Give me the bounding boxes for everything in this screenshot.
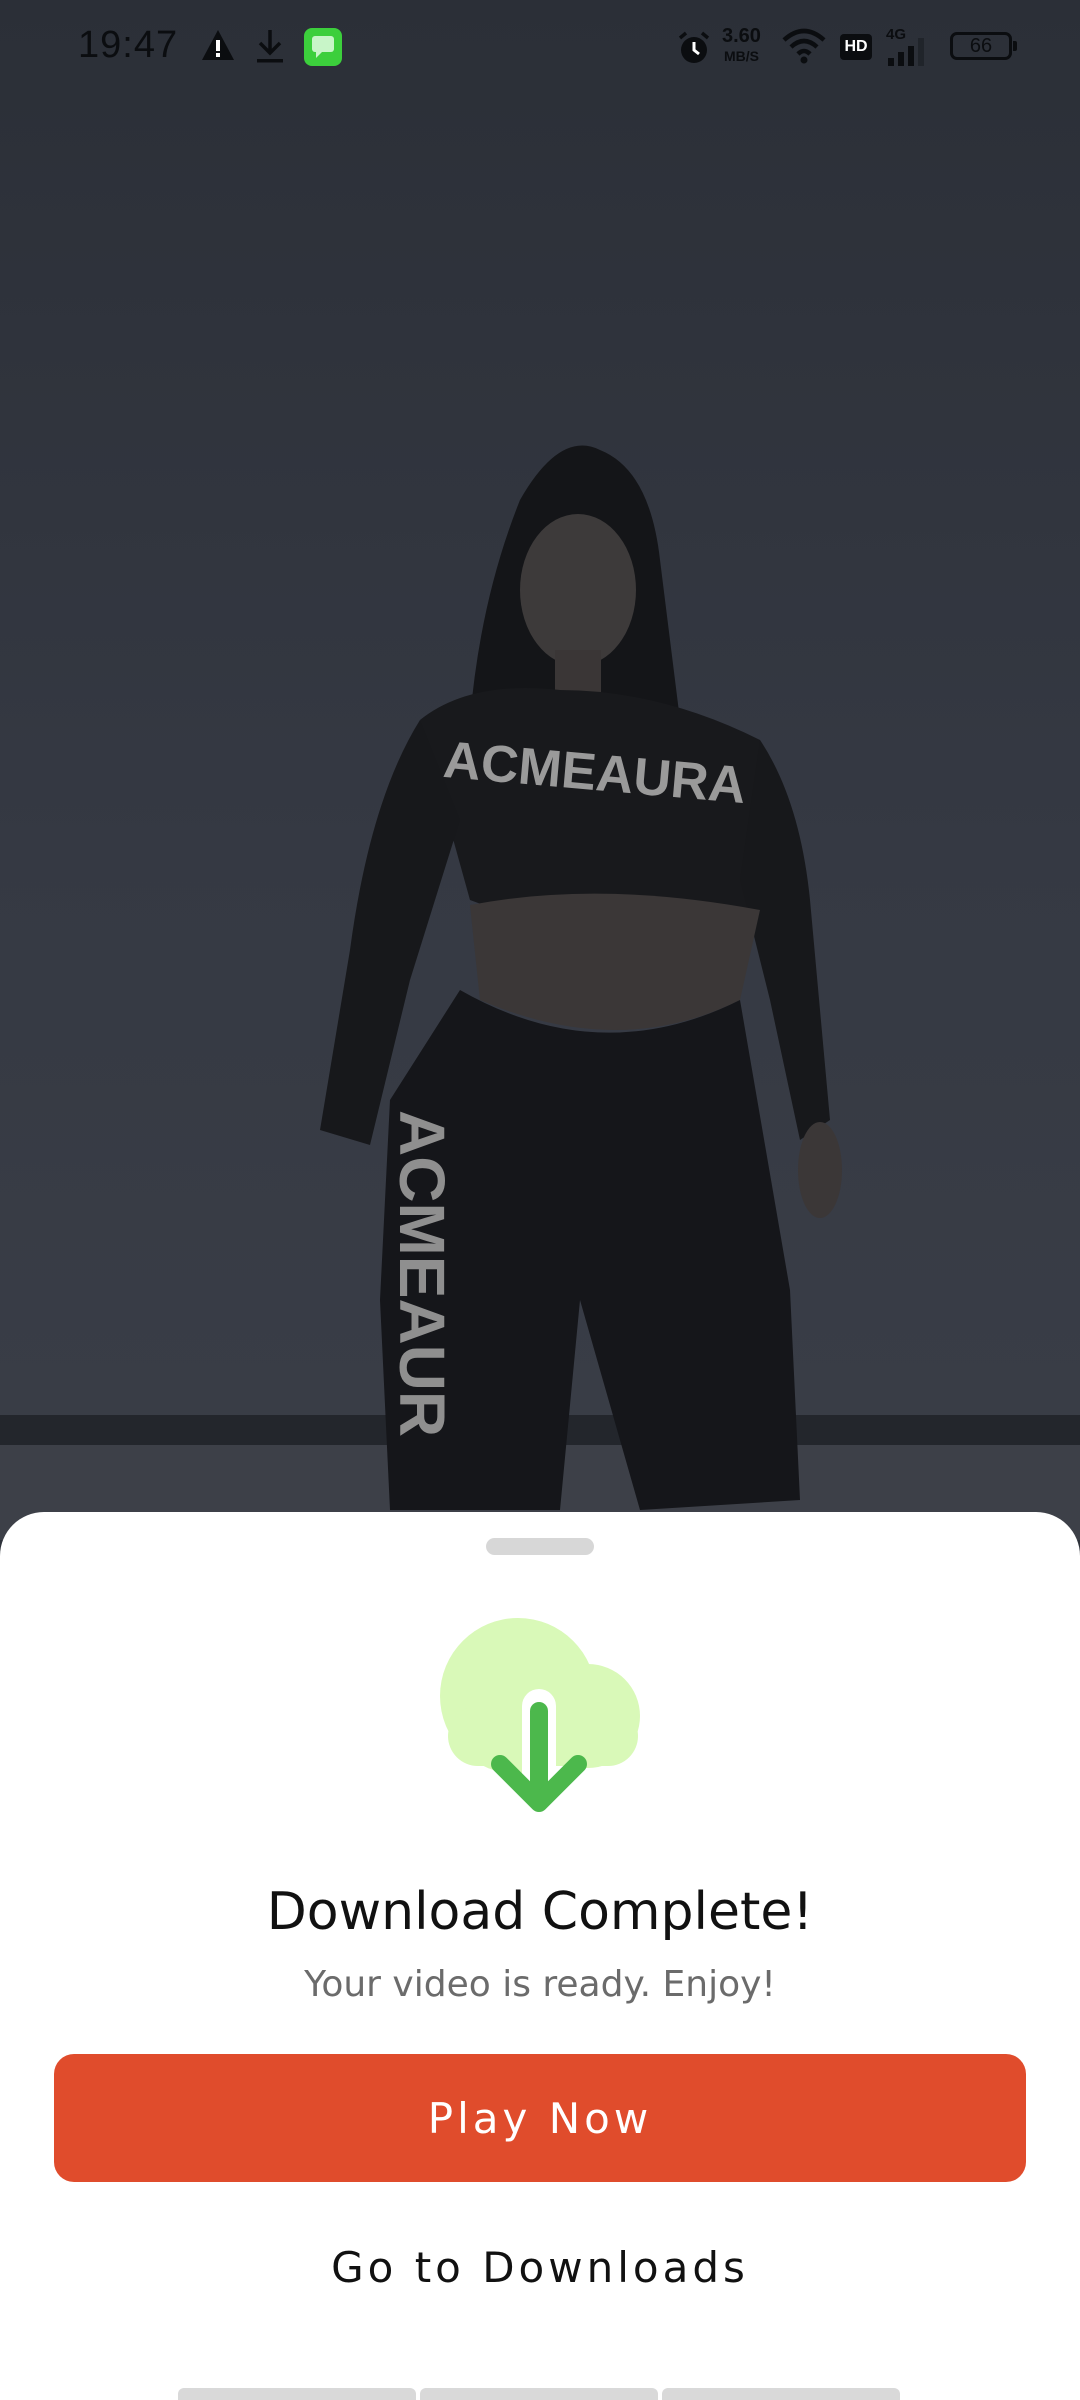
battery-icon: 66 <box>950 32 1017 60</box>
sheet-subtitle: Your video is ready. Enjoy! <box>304 1964 776 2005</box>
hd-icon: HD <box>840 34 872 60</box>
status-time: 19:47 <box>78 24 179 66</box>
network-speed-value: 3.60 <box>722 25 761 47</box>
download-icon <box>257 30 283 63</box>
pants-print-text: ACMEAUR <box>386 1110 458 1437</box>
dancer-figure: ACMEAURA ACMEAUR <box>320 445 842 1510</box>
navigation-bar <box>178 2388 900 2400</box>
download-complete-sheet: Download Complete! Your video is ready. … <box>0 1512 1080 2400</box>
network-speed: 3.60 MB/S <box>722 26 761 66</box>
signal-bars <box>888 38 924 66</box>
alarm-icon <box>678 31 710 63</box>
screen: ACMEAURA ACMEAUR 19:47 3.60 MB/S HD 4G 6… <box>0 0 1080 2400</box>
messages-app-icon <box>304 28 342 66</box>
go-to-downloads-button[interactable]: Go to Downloads <box>54 2204 1026 2330</box>
cloud-download-icon <box>440 1618 640 1812</box>
play-now-button[interactable]: Play Now <box>54 2054 1026 2182</box>
network-speed-unit: MB/S <box>723 48 759 64</box>
nav-segment <box>662 2388 900 2400</box>
warning-icon <box>202 30 234 60</box>
signal-icon: 4G <box>886 26 934 66</box>
wifi-icon <box>782 28 826 64</box>
sheet-title: Download Complete! <box>266 1882 814 1942</box>
nav-segment <box>178 2388 416 2400</box>
status-bar: 19:47 3.60 MB/S HD 4G 66 <box>0 0 1080 96</box>
video-preview: ACMEAURA ACMEAUR <box>0 0 1080 1540</box>
sheet-drag-handle[interactable] <box>486 1538 594 1555</box>
nav-segment <box>420 2388 658 2400</box>
